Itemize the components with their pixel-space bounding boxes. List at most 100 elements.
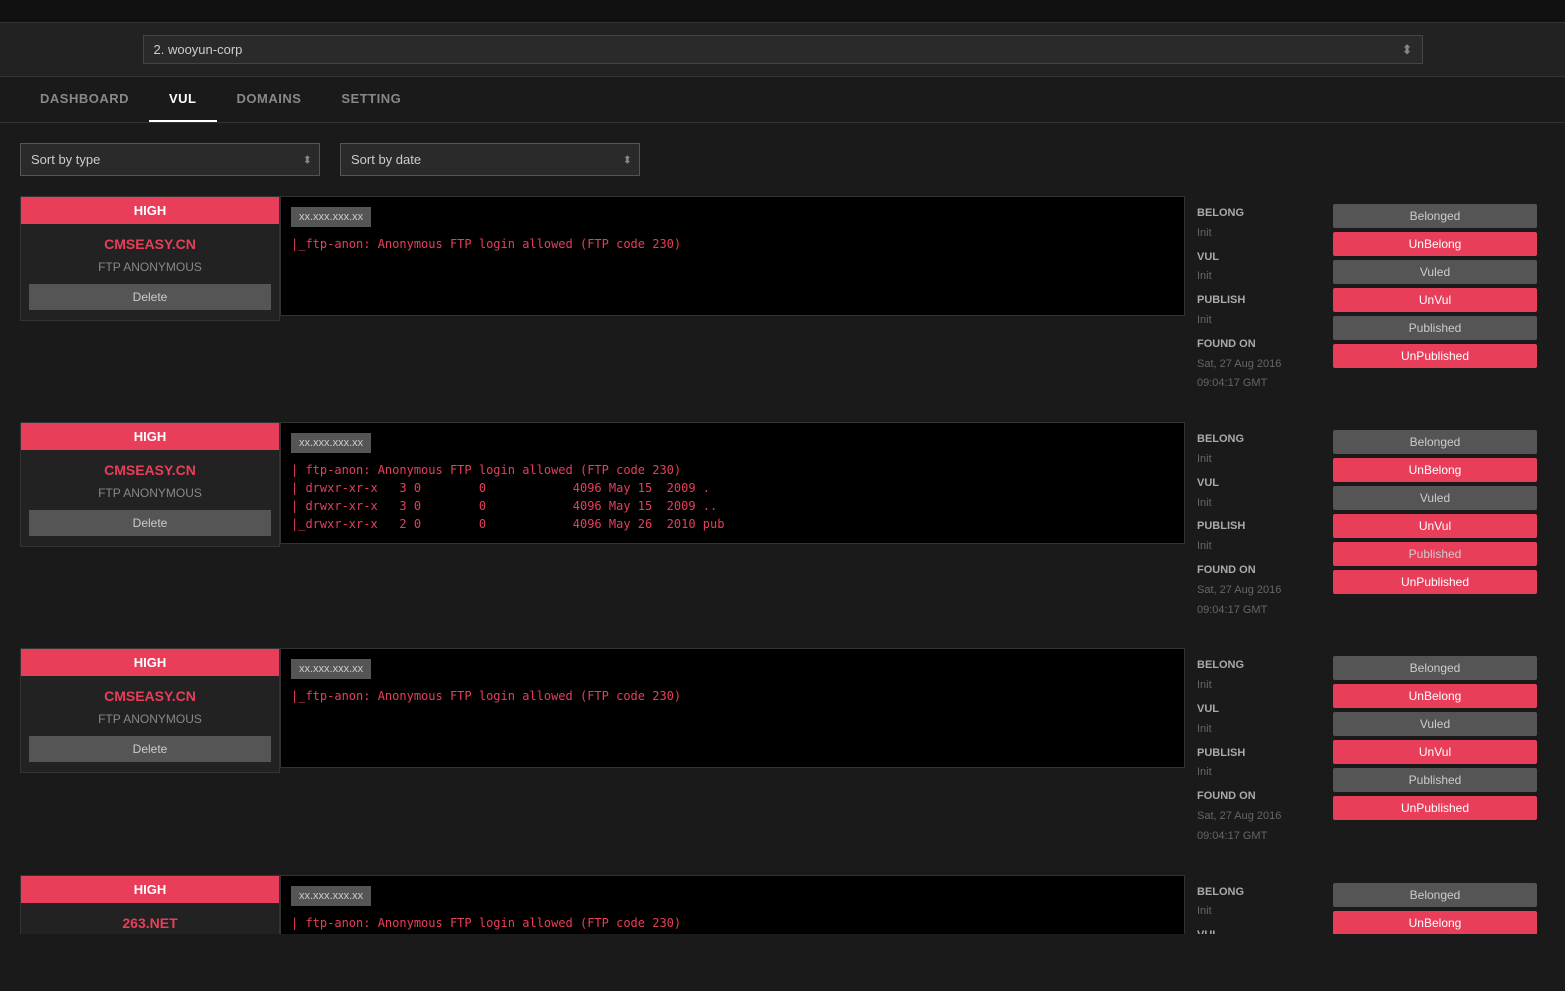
publish-label: PUBLISH — [1197, 517, 1313, 537]
belonged-button[interactable]: Belonged — [1333, 656, 1537, 680]
workspace-bar: 1. default 2. wooyun-corp 3. other — [0, 23, 1565, 77]
delete-button[interactable]: Delete — [29, 284, 271, 310]
found-on-label: FOUND ON — [1197, 335, 1313, 355]
vul-cards-container: HIGH CMSEASY.CN FTP ANONYMOUS Delete xx.… — [20, 196, 1545, 934]
vul-domain: CMSEASY.CN — [21, 450, 279, 482]
vul-init: Init — [1197, 494, 1313, 514]
belonged-button[interactable]: Belonged — [1333, 204, 1537, 228]
tab-vul[interactable]: VUL — [149, 77, 217, 122]
publish-init: Init — [1197, 537, 1313, 557]
vul-code-panel: xx.xxx.xxx.xx | ftp-anon: Anonymous FTP … — [280, 875, 1185, 934]
published-button[interactable]: Published — [1333, 316, 1537, 340]
belong-init: Init — [1197, 450, 1313, 470]
tab-dashboard[interactable]: DASHBOARD — [20, 77, 149, 122]
belong-init: Init — [1197, 902, 1313, 922]
vul-action-buttons: Belonged UnBelong Vuled UnVul Published … — [1325, 196, 1545, 376]
main-content: Sort by type HIGH MEDIUM LOW Sort by dat… — [0, 123, 1565, 934]
found-on-label: FOUND ON — [1197, 561, 1313, 581]
belong-label: BELONG — [1197, 430, 1313, 450]
found-on-value: Sat, 27 Aug 2016 09:04:17 GMT — [1197, 807, 1313, 847]
published-button[interactable]: Published — [1333, 768, 1537, 792]
publish-init: Init — [1197, 763, 1313, 783]
vul-init: Init — [1197, 267, 1313, 287]
vul-type: FTP ANONYMOUS — [21, 256, 279, 284]
vuled-button[interactable]: Vuled — [1333, 486, 1537, 510]
unpublished-button[interactable]: UnPublished — [1333, 796, 1537, 820]
unvul-button[interactable]: UnVul — [1333, 740, 1537, 764]
vul-severity-badge: HIGH — [21, 423, 279, 450]
vul-ip-bar: xx.xxx.xxx.xx — [291, 659, 371, 679]
sort-date-wrapper: Sort by date Newest Oldest — [340, 143, 640, 176]
tabs-bar: DASHBOARD VUL DOMAINS SETTING — [0, 77, 1565, 123]
sort-by-type-select[interactable]: Sort by type HIGH MEDIUM LOW — [20, 143, 320, 176]
vul-left-panel: HIGH 263.NET FTP ANONYMOUS Delete — [20, 875, 280, 934]
vul-card: HIGH CMSEASY.CN FTP ANONYMOUS Delete xx.… — [20, 196, 1545, 402]
vul-severity-badge: HIGH — [21, 876, 279, 903]
unvul-button[interactable]: UnVul — [1333, 288, 1537, 312]
publish-label: PUBLISH — [1197, 744, 1313, 764]
vul-meta-panel: BELONG Init VUL Init PUBLISH Init FOUND … — [1185, 875, 1325, 934]
vul-code-panel: xx.xxx.xxx.xx |_ftp-anon: Anonymous FTP … — [280, 196, 1185, 316]
found-on-value: Sat, 27 Aug 2016 09:04:17 GMT — [1197, 581, 1313, 621]
unbelong-button[interactable]: UnBelong — [1333, 911, 1537, 934]
found-on-value: Sat, 27 Aug 2016 09:04:17 GMT — [1197, 355, 1313, 395]
unbelong-button[interactable]: UnBelong — [1333, 684, 1537, 708]
vul-action-buttons: Belonged UnBelong Vuled UnVul Published … — [1325, 875, 1545, 934]
vul-label: VUL — [1197, 474, 1313, 494]
vul-action-buttons: Belonged UnBelong Vuled UnVul Published … — [1325, 648, 1545, 828]
unpublished-button[interactable]: UnPublished — [1333, 570, 1537, 594]
tab-domains[interactable]: DOMAINS — [217, 77, 322, 122]
delete-button[interactable]: Delete — [29, 736, 271, 762]
found-on-label: FOUND ON — [1197, 787, 1313, 807]
publish-label: PUBLISH — [1197, 291, 1313, 311]
vuled-button[interactable]: Vuled — [1333, 260, 1537, 284]
vul-domain: 263.NET — [21, 903, 279, 934]
vul-label: VUL — [1197, 248, 1313, 268]
vul-severity-badge: HIGH — [21, 649, 279, 676]
vul-card: HIGH CMSEASY.CN FTP ANONYMOUS Delete xx.… — [20, 422, 1545, 628]
vul-code-output: |_ftp-anon: Anonymous FTP login allowed … — [291, 235, 1174, 253]
unbelong-button[interactable]: UnBelong — [1333, 232, 1537, 256]
unpublished-button[interactable]: UnPublished — [1333, 344, 1537, 368]
publish-init: Init — [1197, 311, 1313, 331]
belong-init: Init — [1197, 224, 1313, 244]
vul-ip-bar: xx.xxx.xxx.xx — [291, 207, 371, 227]
vul-meta-panel: BELONG Init VUL Init PUBLISH Init FOUND … — [1185, 648, 1325, 854]
workspace-select-wrapper: 1. default 2. wooyun-corp 3. other — [143, 35, 1423, 64]
vul-action-buttons: Belonged UnBelong Vuled UnVul Published … — [1325, 422, 1545, 602]
vul-meta-panel: BELONG Init VUL Init PUBLISH Init FOUND … — [1185, 422, 1325, 628]
unvul-button[interactable]: UnVul — [1333, 514, 1537, 538]
vul-code-output: | ftp-anon: Anonymous FTP login allowed … — [291, 914, 1174, 934]
vul-meta-panel: BELONG Init VUL Init PUBLISH Init FOUND … — [1185, 196, 1325, 402]
belong-init: Init — [1197, 676, 1313, 696]
app-header — [0, 0, 1565, 23]
belonged-button[interactable]: Belonged — [1333, 430, 1537, 454]
unbelong-button[interactable]: UnBelong — [1333, 458, 1537, 482]
belong-label: BELONG — [1197, 656, 1313, 676]
filters-row: Sort by type HIGH MEDIUM LOW Sort by dat… — [20, 143, 1545, 176]
vul-severity-badge: HIGH — [21, 197, 279, 224]
sort-by-date-select[interactable]: Sort by date Newest Oldest — [340, 143, 640, 176]
belong-label: BELONG — [1197, 883, 1313, 903]
published-button[interactable]: Published — [1333, 542, 1537, 566]
vul-label: VUL — [1197, 700, 1313, 720]
vuled-button[interactable]: Vuled — [1333, 712, 1537, 736]
vul-label: VUL — [1197, 926, 1313, 934]
vul-domain: CMSEASY.CN — [21, 224, 279, 256]
vul-ip-bar: xx.xxx.xxx.xx — [291, 886, 371, 906]
vul-type: FTP ANONYMOUS — [21, 482, 279, 510]
tab-setting[interactable]: SETTING — [321, 77, 421, 122]
vul-init: Init — [1197, 720, 1313, 740]
vul-left-panel: HIGH CMSEASY.CN FTP ANONYMOUS Delete — [20, 648, 280, 773]
workspace-select[interactable]: 1. default 2. wooyun-corp 3. other — [143, 35, 1423, 64]
vul-ip-bar: xx.xxx.xxx.xx — [291, 433, 371, 453]
vul-code-panel: xx.xxx.xxx.xx | ftp-anon: Anonymous FTP … — [280, 422, 1185, 544]
vul-code-output: |_ftp-anon: Anonymous FTP login allowed … — [291, 687, 1174, 705]
delete-button[interactable]: Delete — [29, 510, 271, 536]
vul-card: HIGH CMSEASY.CN FTP ANONYMOUS Delete xx.… — [20, 648, 1545, 854]
belonged-button[interactable]: Belonged — [1333, 883, 1537, 907]
vul-domain: CMSEASY.CN — [21, 676, 279, 708]
vul-code-output: | ftp-anon: Anonymous FTP login allowed … — [291, 461, 1174, 533]
vul-left-panel: HIGH CMSEASY.CN FTP ANONYMOUS Delete — [20, 422, 280, 547]
vul-left-panel: HIGH CMSEASY.CN FTP ANONYMOUS Delete — [20, 196, 280, 321]
